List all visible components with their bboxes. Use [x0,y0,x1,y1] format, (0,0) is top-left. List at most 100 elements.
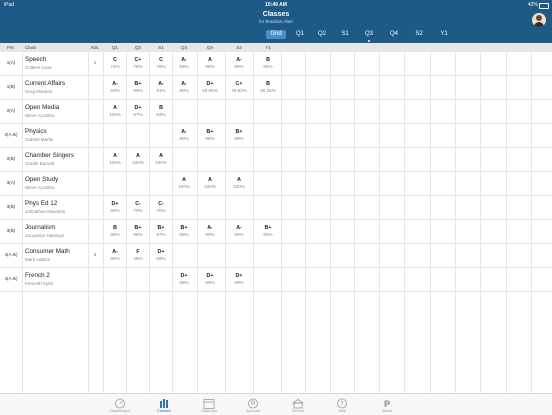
table-row[interactable]: 3(B) Journalism Jacquelyn Hastings B 86% B+ 88… [0,220,552,244]
grade-q4: A- [207,225,213,231]
grade-q1: B [113,225,117,231]
nav-bar: Classes for Brandon Aber Grid Q1 Q2 S1 Q3 Q4 S… [0,10,552,43]
percent-q3: 89% [179,232,189,237]
tab-help[interactable]: ? Help [320,396,364,413]
status-time: 10:49 AM [265,2,287,8]
percent-s2: 95% [234,64,244,69]
status-bar: iPad 10:49 AM 42% [0,0,552,10]
header-q3: Q3 [180,45,187,50]
grade-q1: A- [112,249,118,255]
percent-y1: 85.55% [260,88,276,93]
period-label: 2(A-B) [4,132,18,137]
segment-s1[interactable]: S1 [337,30,353,39]
grid-line [172,43,173,393]
period-label: 1(A) [6,60,16,65]
grade-q1: C [113,57,117,63]
page-subtitle: for Brandon Aber [258,19,294,24]
grid-line [330,43,331,393]
grid-line [506,43,507,393]
school-icon [291,396,305,409]
grid-line [455,43,456,393]
help-icon: ? [335,396,349,409]
about-icon: P [380,396,394,410]
tab-classes[interactable]: Classes [142,396,186,413]
grade-q2: D+ [134,105,142,111]
period-label: 4(A-B) [4,252,18,257]
percent-s2: 90% [234,232,244,237]
tab-dashboard[interactable]: Dashboard [98,396,142,413]
grade-s1: B [159,105,163,111]
teacher-name: Greg Marston [25,89,53,94]
table-row[interactable]: 2(B) Chamber Singers Gordie Barnett A 100% A 1… [0,148,552,172]
grid-line [22,43,23,393]
segment-q2[interactable]: Q2 [314,30,330,39]
percent-s2: 100% [233,184,245,189]
grade-q4: B+ [206,129,214,135]
grid-line [126,43,127,393]
tab-account[interactable]: Account [231,396,275,413]
tab-calendar[interactable]: Calendar [187,396,231,413]
tab-school[interactable]: School [276,396,320,413]
percent-s2: 79.83% [231,88,247,93]
grade-q3: A- [181,57,187,63]
percent-q4: 100% [204,184,216,189]
grade-s1: C [159,57,163,63]
segment-label: Q2 [317,31,326,37]
percent-q4: 88% [205,136,215,141]
segment-label: Q4 [389,31,398,37]
segment-q1[interactable]: Q1 [292,30,308,39]
period-label: 2(B) [6,156,16,161]
segment-grid[interactable]: Grid [266,30,286,39]
table-row[interactable]: 2(A-B) Physics Gabriel Martin A- 90% B+ 88% B+ 8… [0,124,552,148]
period-label: 4(A-B) [4,276,18,281]
grade-q2: F [136,249,140,255]
segment-label: Y1 [440,31,448,37]
grade-q4: D+ [206,273,214,279]
grade-q1: A [113,105,117,111]
tab-about[interactable]: P About [365,396,409,413]
segment-y1[interactable]: Y1 [436,30,452,39]
grade-s1: A [159,153,163,159]
grade-q2: C- [135,201,141,207]
header-q1: Q1 [111,45,118,50]
grid-line [149,43,150,393]
grid-line [404,43,405,393]
table-row[interactable]: 3(B) Phys Ed 12 Johnathan Mawston D+ 69% C- 70… [0,196,552,220]
grade-q3: B+ [180,225,188,231]
table-row[interactable]: 4(A-B) Consumer Math Mark Adams 3 A- 90% F 45% D… [0,244,552,268]
grade-y1: B [266,81,270,87]
grade-q2: A [136,153,140,159]
class-name: Speech [25,56,47,63]
header-q2: Q2 [134,45,141,50]
grade-q2: B+ [134,225,142,231]
avatar[interactable] [532,13,546,27]
grid-line [281,43,282,393]
period-label: 3(B) [6,228,16,233]
table-row[interactable]: 3(A) Open Study Steve Accalino A 100% A 100% A 1… [0,172,552,196]
teacher-name: Gabriel Martin [25,137,54,142]
svg-text:?: ? [340,401,343,408]
percent-y1: 89% [263,232,273,237]
grade-s2: A- [236,57,242,63]
percent-s1: 68% [156,256,166,261]
teacher-name: Jacquelyn Hastings [25,233,65,238]
grid-line [197,43,198,393]
grid-line [430,43,431,393]
class-name: Current Affairs [25,80,66,87]
table-row[interactable]: 1(B) Current Affairs Greg Marston A- 93% B+ 89… [0,76,552,100]
period-label: 1(B) [6,84,16,89]
segment-q4[interactable]: Q4 [386,30,402,39]
table-row[interactable]: 1(A) Speech Colleen Luna 1 C 74% C+ 78% C 76% A- 93… [0,52,552,76]
segment-q3[interactable]: Q3 [361,30,377,42]
header-y1: Y1 [265,45,271,50]
table-row[interactable]: 4(A-B) French 2 Kenneth Kytel D+ 68% D+ 69% D+ 6… [0,268,552,292]
grade-s2: D+ [235,273,243,279]
teacher-name: Steve Accalino [25,113,55,118]
grid-line [379,43,380,393]
table-row[interactable]: 2(A) Open Media Steve Accalino A 100% D+ 67% B 8… [0,100,552,124]
table-header: Per. Class Abs. Q1 Q2 S1 Q3 Q4 S2 Y1 [0,43,552,52]
segment-label: Grid [270,31,282,37]
class-name: Phys Ed 12 [25,200,58,207]
segment-s2[interactable]: S2 [411,30,427,39]
grade-s1: A- [158,81,164,87]
